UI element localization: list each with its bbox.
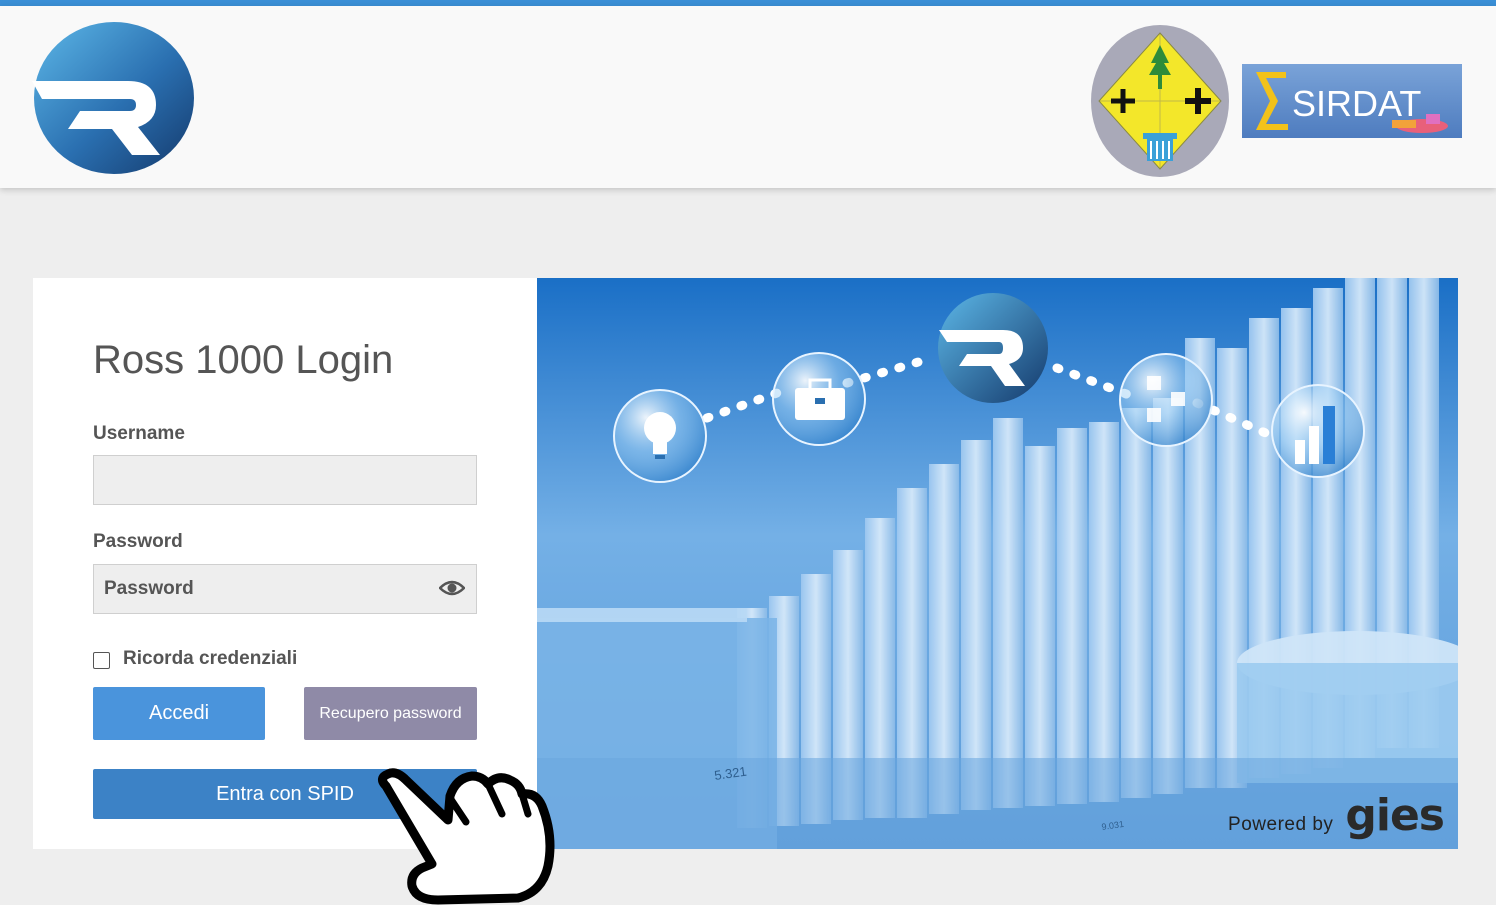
powered-by: Powered by gies bbox=[1228, 790, 1445, 841]
password-label: Password bbox=[93, 531, 183, 552]
pointing-hand-icon bbox=[378, 768, 555, 905]
page-header: SIRDAT bbox=[0, 6, 1496, 188]
username-input[interactable] bbox=[93, 455, 477, 505]
page-title: Ross 1000 Login bbox=[93, 338, 394, 382]
hero-illustration: 5.321 9.031 bbox=[537, 278, 1458, 849]
username-label: Username bbox=[93, 423, 185, 444]
remember-label: Ricorda credenziali bbox=[123, 648, 298, 669]
password-input[interactable] bbox=[93, 564, 477, 614]
svg-text:SIRDAT: SIRDAT bbox=[1292, 83, 1421, 124]
ross-logo bbox=[32, 22, 194, 174]
eye-icon[interactable] bbox=[439, 578, 465, 598]
login-card: Ross 1000 Login Username Password Ricord… bbox=[33, 278, 1458, 849]
login-button[interactable]: Accedi bbox=[93, 687, 265, 740]
powered-by-text: Powered by bbox=[1228, 814, 1334, 835]
sirdat-logo: SIRDAT bbox=[1242, 64, 1462, 138]
hero-banner: 5.321 9.031 Powered by gies bbox=[537, 278, 1458, 849]
login-form: Ross 1000 Login Username Password Ricord… bbox=[93, 278, 493, 849]
region-emblem bbox=[1091, 25, 1229, 177]
recover-password-button[interactable]: Recupero password bbox=[304, 687, 477, 740]
remember-checkbox[interactable] bbox=[93, 652, 110, 669]
gies-logo: gies bbox=[1345, 790, 1445, 841]
